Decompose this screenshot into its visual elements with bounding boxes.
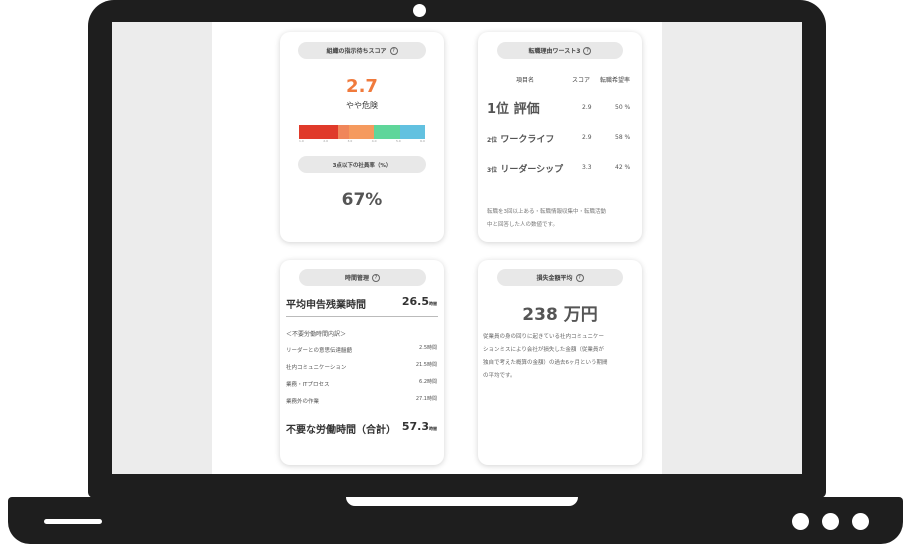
help-icon[interactable]: ? — [372, 273, 380, 282]
header-name: 項目名 — [516, 77, 535, 84]
reason-name: 評価 — [513, 102, 540, 117]
help-icon[interactable]: ? — [583, 46, 592, 55]
turnover-reasons-card: 転職理由ワースト3 ? 項目名 スコア 転職希望率 1位 評価 2.9 50 %… — [478, 32, 642, 242]
card-title: 組織の指示待ちスコア — [326, 48, 387, 55]
card-title: 時間管理 — [344, 275, 369, 282]
score-scale-bar — [299, 125, 425, 139]
total-value-group: 57.3時間 — [402, 420, 437, 433]
breakdown-value: 6.2時間 — [419, 379, 437, 385]
breakdown-label: 業務・ITプロセス — [286, 382, 330, 388]
instruction-wait-score-card: 組織の指示待ちスコア ? 2.7 やや危険 1.0 2.0 3.0 4.0 5.… — [280, 32, 444, 242]
row-rate: 42 % — [615, 164, 631, 171]
scale-segment-5 — [400, 125, 425, 139]
breakdown-value: 21.5時間 — [415, 362, 437, 368]
scale-tick: 3.0 — [347, 139, 353, 143]
main-label: 平均申告残業時間 — [286, 300, 366, 311]
indicator-light-icon — [852, 513, 869, 530]
sub-title: 3点以下の社員率（%） — [332, 162, 392, 169]
rank-1: 1位 評価 — [487, 98, 540, 117]
scale-tick: 6.0 — [420, 139, 425, 143]
desc-line-2: ションミスにより会社が損失した金額（従業員が — [483, 347, 604, 353]
card-title: 転職理由ワースト3 — [528, 48, 581, 55]
card-title-pill[interactable]: 組織の指示待ちスコア ? — [298, 42, 426, 59]
row-score: 2.9 — [582, 134, 592, 141]
card-title-pill[interactable]: 転職理由ワースト3 ? — [497, 42, 623, 59]
score-value: 2.7 — [346, 76, 378, 97]
desc-line-3: 独自で考えた概算の金額）の過去6ヶ月という期間 — [483, 360, 608, 366]
scale-segment-1 — [299, 125, 338, 139]
breakdown-value: 27.1時間 — [415, 396, 437, 402]
indicator-light-icon — [822, 513, 839, 530]
scale-segment-2 — [338, 125, 349, 139]
desc-line-4: の平均です。 — [483, 373, 516, 379]
rank-label: 3位 — [487, 167, 498, 174]
loss-amount: 238 万円 — [522, 305, 598, 325]
divider — [286, 316, 438, 317]
scale-tick: 2.0 — [323, 139, 329, 143]
card-title: 損失金額平均 — [536, 275, 573, 282]
score-label: やや危険 — [346, 101, 378, 110]
card-title-pill[interactable]: 損失金額平均 ? — [497, 269, 623, 286]
rank-2: 2位 ワークライフ — [487, 132, 554, 145]
laptop-screen: 組織の指示待ちスコア ? 2.7 やや危険 1.0 2.0 3.0 4.0 5.… — [112, 22, 802, 474]
row-rate: 58 % — [615, 134, 631, 141]
indicator-light-icon — [792, 513, 809, 530]
section-label: ＜不要労働時間内訳＞ — [286, 331, 347, 338]
note-line-1: 転職を3回以上ある・転職情報収集中・転職活動 — [487, 209, 607, 215]
total-label: 不要な労働時間（合計） — [286, 425, 396, 436]
rank-3: 3位 リーダーシップ — [487, 162, 563, 175]
sub-title-pill: 3点以下の社員率（%） — [298, 156, 426, 173]
row-score: 3.3 — [582, 164, 592, 171]
dashboard-page: 組織の指示待ちスコア ? 2.7 やや危険 1.0 2.0 3.0 4.0 5.… — [212, 22, 662, 474]
reason-name: ワークライフ — [500, 135, 555, 145]
row-score: 2.9 — [582, 104, 592, 111]
row-rate: 50 % — [615, 104, 631, 111]
trackpad-notch — [346, 497, 578, 506]
desc-line-1: 従業員の身の回りに起きている社内コミュニケー — [483, 334, 605, 340]
breakdown-value: 2.5時間 — [419, 345, 437, 351]
help-icon[interactable]: ? — [389, 46, 398, 55]
scale-tick: 5.0 — [395, 139, 401, 143]
header-rate: 転職希望率 — [600, 77, 631, 84]
breakdown-label: 業務外の作業 — [286, 399, 320, 405]
total-value: 57.3 — [401, 420, 429, 433]
help-icon[interactable]: ? — [575, 273, 584, 282]
laptop-base — [8, 497, 903, 544]
percent-value: 67% — [341, 190, 383, 210]
scale-tick: 1.0 — [299, 139, 304, 143]
scale-segment-4 — [374, 125, 400, 139]
time-management-card: 時間管理 ? 平均申告残業時間 26.5時間 ＜不要労働時間内訳＞ リーダーとの… — [280, 260, 444, 465]
loss-amount-card: 損失金額平均 ? 238 万円 従業員の身の回りに起きている社内コミュニケー シ… — [478, 260, 642, 465]
main-unit: 時間 — [429, 301, 437, 306]
reason-name: リーダーシップ — [500, 165, 564, 175]
note-line-2: 中と回答した人の数値です。 — [487, 222, 558, 228]
scale-segment-3 — [349, 125, 374, 139]
scale-ticks: 1.0 2.0 3.0 4.0 5.0 6.0 — [299, 139, 425, 143]
breakdown-label: リーダーとの意思伝達齟齬 — [286, 348, 352, 354]
rank-label: 1位 — [487, 102, 510, 117]
camera-icon — [413, 4, 426, 17]
main-value-group: 26.5時間 — [402, 295, 437, 308]
port-slot-icon — [44, 519, 102, 524]
main-value: 26.5 — [401, 295, 429, 308]
scale-tick: 4.0 — [371, 139, 377, 143]
card-title-pill[interactable]: 時間管理 ? — [299, 269, 426, 286]
rank-label: 2位 — [487, 137, 498, 144]
total-unit: 時間 — [429, 426, 437, 431]
header-score: スコア — [572, 77, 591, 84]
breakdown-label: 社内コミュニケーション — [286, 365, 347, 371]
